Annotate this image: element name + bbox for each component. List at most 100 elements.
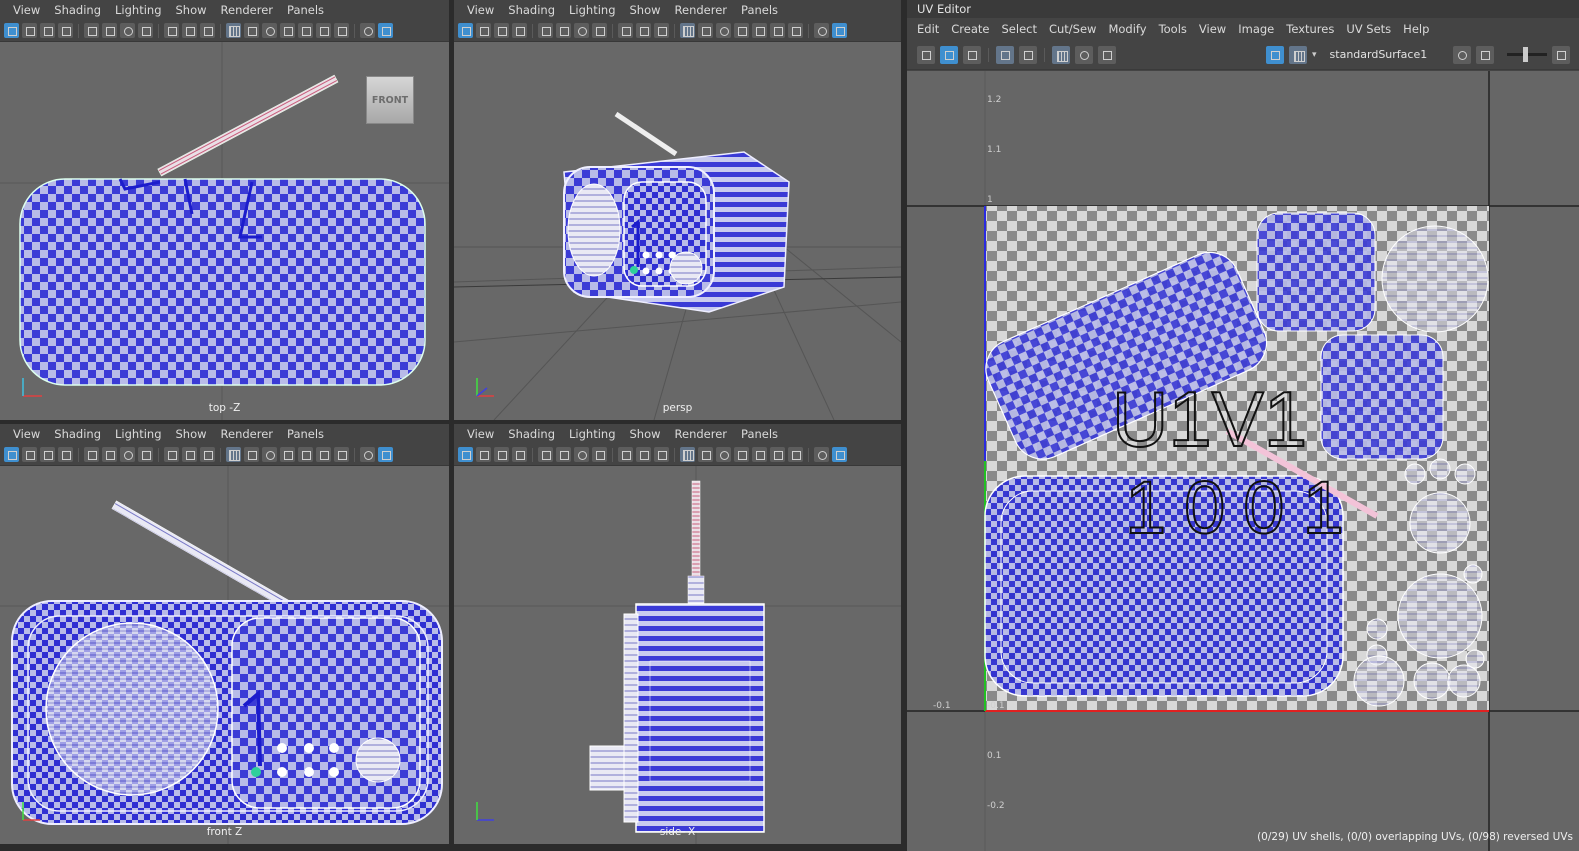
- texture-borders-icon[interactable]: [1019, 45, 1037, 64]
- uv-borders-icon[interactable]: [996, 45, 1014, 64]
- uv-menu-create[interactable]: Create: [945, 22, 995, 36]
- select-camera-icon[interactable]: [458, 23, 473, 38]
- display-image-icon[interactable]: [1266, 45, 1284, 64]
- viewport-front[interactable]: View Shading Lighting Show Renderer Pane…: [0, 424, 449, 844]
- viewport-persp[interactable]: View Shading Lighting Show Renderer Pane…: [454, 0, 901, 420]
- menu-renderer[interactable]: Renderer: [668, 427, 735, 441]
- menu-panels[interactable]: Panels: [280, 427, 331, 441]
- textured-icon[interactable]: [298, 23, 313, 38]
- wireframe-icon[interactable]: [244, 447, 259, 462]
- wireframe-icon[interactable]: [244, 23, 259, 38]
- 2d-pan-zoom-icon[interactable]: [538, 447, 553, 462]
- grid-icon[interactable]: [680, 447, 695, 462]
- bookmark-icon[interactable]: [494, 447, 509, 462]
- select-camera-icon[interactable]: [4, 23, 19, 38]
- camera-attributes-icon[interactable]: [476, 447, 491, 462]
- menu-shading[interactable]: Shading: [501, 3, 562, 17]
- 2d-pan-zoom-icon[interactable]: [84, 23, 99, 38]
- wireframe-icon[interactable]: [698, 23, 713, 38]
- shader-dropdown-chevron-icon[interactable]: ▾: [1312, 50, 1317, 60]
- use-lights-icon[interactable]: [316, 447, 331, 462]
- xray-icon[interactable]: [832, 447, 847, 462]
- wireframe-on-shaded-icon[interactable]: [734, 447, 749, 462]
- camera-lock-icon[interactable]: [574, 23, 589, 38]
- 2d-pan-zoom-icon[interactable]: [84, 447, 99, 462]
- shadows-icon[interactable]: [788, 23, 803, 38]
- resolution-gate-icon[interactable]: [618, 447, 633, 462]
- menu-shading[interactable]: Shading: [47, 427, 108, 441]
- wireframe-on-shaded-icon[interactable]: [280, 447, 295, 462]
- gate-mask-icon[interactable]: [636, 23, 651, 38]
- checker-tiles-icon[interactable]: [1289, 45, 1307, 64]
- textured-icon[interactable]: [298, 447, 313, 462]
- menu-view[interactable]: View: [460, 3, 501, 17]
- menu-renderer[interactable]: Renderer: [214, 427, 281, 441]
- shaded-uv-icon[interactable]: [940, 45, 958, 64]
- camera-attributes-icon[interactable]: [476, 23, 491, 38]
- use-lights-icon[interactable]: [770, 23, 785, 38]
- isolate-select-icon[interactable]: [814, 447, 829, 462]
- uv-menu-tools[interactable]: Tools: [1153, 22, 1193, 36]
- view-cube[interactable]: FRONT: [366, 76, 414, 124]
- viewport-persp-canvas[interactable]: [454, 42, 901, 420]
- use-lights-icon[interactable]: [316, 23, 331, 38]
- select-camera-icon[interactable]: [458, 447, 473, 462]
- resolution-gate-icon[interactable]: [164, 23, 179, 38]
- camera-lock-icon[interactable]: [120, 23, 135, 38]
- uv-menu-view[interactable]: View: [1193, 22, 1232, 36]
- menu-view[interactable]: View: [6, 3, 47, 17]
- uv-menu-textures[interactable]: Textures: [1280, 22, 1340, 36]
- image-plane-icon[interactable]: [58, 23, 73, 38]
- menu-lighting[interactable]: Lighting: [562, 3, 622, 17]
- film-gate-icon[interactable]: [592, 447, 607, 462]
- smooth-shade-icon[interactable]: [262, 23, 277, 38]
- grease-pencil-icon[interactable]: [102, 447, 117, 462]
- shadows-icon[interactable]: [334, 23, 349, 38]
- uv-menu-cut-sew[interactable]: Cut/Sew: [1043, 22, 1102, 36]
- camera-lock-icon[interactable]: [120, 447, 135, 462]
- menu-show[interactable]: Show: [169, 427, 214, 441]
- gate-mask-icon[interactable]: [636, 447, 651, 462]
- menu-view[interactable]: View: [460, 427, 501, 441]
- viewport-side-canvas[interactable]: [454, 466, 901, 844]
- menu-show[interactable]: Show: [623, 3, 668, 17]
- slider-handle[interactable]: [1522, 47, 1528, 62]
- image-plane-icon[interactable]: [512, 23, 527, 38]
- image-ratio-icon[interactable]: [1452, 45, 1471, 64]
- xray-icon[interactable]: [378, 23, 393, 38]
- shader-dropdown[interactable]: standardSurface1: [1330, 48, 1448, 61]
- smooth-shade-icon[interactable]: [716, 447, 731, 462]
- camera-attributes-icon[interactable]: [22, 447, 37, 462]
- menu-renderer[interactable]: Renderer: [214, 3, 281, 17]
- wireframe-icon[interactable]: [698, 447, 713, 462]
- gamma-icon[interactable]: [1551, 45, 1570, 64]
- use-lights-icon[interactable]: [770, 447, 785, 462]
- menu-lighting[interactable]: Lighting: [108, 427, 168, 441]
- grease-pencil-icon[interactable]: [556, 447, 571, 462]
- menu-panels[interactable]: Panels: [280, 3, 331, 17]
- film-gate-icon[interactable]: [138, 447, 153, 462]
- 2d-pan-zoom-icon[interactable]: [538, 23, 553, 38]
- isolate-select-icon[interactable]: [814, 23, 829, 38]
- grease-pencil-icon[interactable]: [556, 23, 571, 38]
- grid-icon[interactable]: [226, 23, 241, 38]
- bookmark-icon[interactable]: [40, 23, 55, 38]
- distortion-icon[interactable]: [963, 45, 981, 64]
- uv-canvas[interactable]: U1V1 1001 1.2 1.1 1 -0.1 0.1 -0.1 -0.2 (…: [907, 71, 1579, 851]
- bookmark-icon[interactable]: [494, 23, 509, 38]
- isolate-uv-icon[interactable]: [917, 45, 935, 64]
- field-chart-icon[interactable]: [200, 23, 215, 38]
- menu-lighting[interactable]: Lighting: [108, 3, 168, 17]
- menu-panels[interactable]: Panels: [734, 427, 785, 441]
- resolution-gate-icon[interactable]: [164, 447, 179, 462]
- shadows-icon[interactable]: [788, 447, 803, 462]
- viewport-side[interactable]: View Shading Lighting Show Renderer Pane…: [454, 424, 901, 844]
- uv-menu-modify[interactable]: Modify: [1102, 22, 1152, 36]
- textured-icon[interactable]: [752, 447, 767, 462]
- pixel-snap-icon[interactable]: [1075, 45, 1093, 64]
- wireframe-on-shaded-icon[interactable]: [280, 23, 295, 38]
- uv-menu-edit[interactable]: Edit: [911, 22, 945, 36]
- field-chart-icon[interactable]: [654, 447, 669, 462]
- resolution-gate-icon[interactable]: [618, 23, 633, 38]
- gate-mask-icon[interactable]: [182, 447, 197, 462]
